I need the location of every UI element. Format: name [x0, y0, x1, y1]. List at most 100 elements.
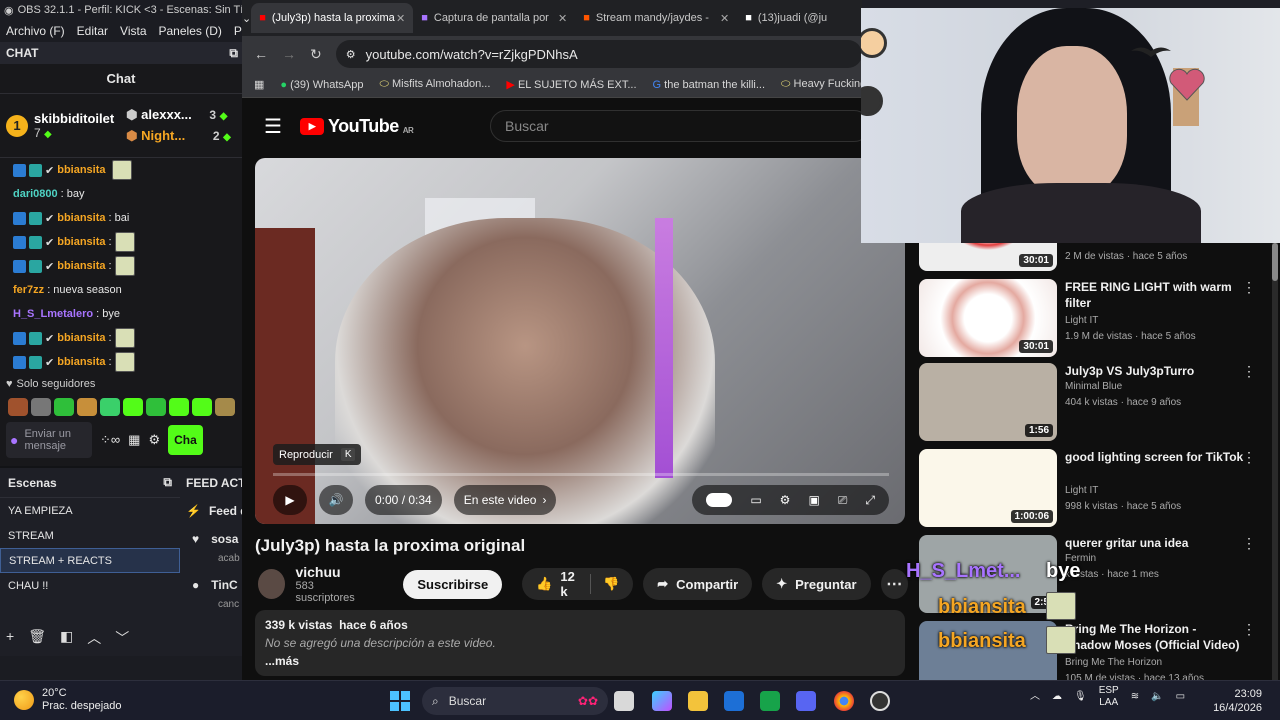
menu-vista[interactable]: Vista — [120, 24, 146, 38]
chat-username[interactable]: bbiansita — [57, 356, 105, 368]
scene-item[interactable]: STREAM + REACTS — [0, 548, 180, 573]
show-more-link[interactable]: ...más — [265, 654, 895, 668]
emote-picker-icon[interactable]: ⁘∞ — [100, 432, 120, 448]
emote-icon[interactable] — [169, 398, 189, 416]
chat-username[interactable]: bbiansita — [57, 164, 105, 176]
mic-icon[interactable]: ● — [10, 433, 18, 447]
video-title[interactable]: Bring Me The Horizon - Shadow Moses (Off… — [1065, 621, 1245, 653]
bookmark-sujeto[interactable]: ▶ EL SUJETO MÁS EXT... — [506, 78, 636, 91]
cloud-icon[interactable]: ☁ — [1052, 691, 1062, 703]
chat-username[interactable]: bbiansita — [57, 332, 105, 344]
menu-editar[interactable]: Editar — [77, 24, 108, 38]
scene-item[interactable]: YA EMPIEZA — [0, 498, 180, 523]
chat-send-button[interactable]: Cha — [168, 425, 203, 455]
chat-username[interactable]: bbiansita — [57, 236, 105, 248]
subscribe-button[interactable]: Suscribirse — [403, 569, 503, 599]
browser-tab[interactable]: ■ (July3p) hasta la proxima ✕ — [251, 3, 414, 33]
video-channel[interactable]: Light IT — [1065, 485, 1098, 496]
discord-icon[interactable] — [796, 691, 816, 711]
video-channel[interactable]: Light IT — [1065, 315, 1098, 326]
channel-avatar[interactable] — [258, 569, 286, 599]
chevron-down-icon[interactable]: ﹀ — [115, 628, 129, 648]
bookmark-whatsapp[interactable]: ● (39) WhatsApp — [280, 79, 363, 91]
forward-icon[interactable]: → — [282, 46, 296, 62]
autoplay-toggle[interactable] — [706, 493, 733, 507]
chat-input[interactable]: ● Enviar un mensaje — [6, 422, 92, 458]
video-title[interactable]: July3p VS July3pTurro — [1065, 363, 1245, 379]
video-player[interactable]: Reproducir K ▶ 🔊 0:00 / 0:34 En este vid… — [255, 158, 905, 524]
hamburger-menu-icon[interactable]: ☰ — [264, 114, 282, 139]
windows-start-icon[interactable] — [390, 691, 410, 711]
video-thumbnail[interactable]: 1:56 — [919, 363, 1057, 441]
undock-icon[interactable]: ⧉ — [229, 46, 238, 61]
fullscreen-icon[interactable]: ⤢ — [865, 493, 875, 508]
recommended-video[interactable]: 1:00:06 good lighting screen for TikTok Li… — [919, 449, 1280, 529]
menu-paneles[interactable]: Paneles (D) — [159, 24, 222, 38]
task-view-icon[interactable] — [614, 691, 634, 711]
browser-tab[interactable]: ■(13)juadi (@ju✕ — [737, 3, 862, 33]
video-thumbnail[interactable]: 30:01 — [919, 279, 1057, 357]
menu-perfil[interactable]: Perfi — [234, 24, 242, 38]
obs-icon[interactable] — [870, 691, 890, 711]
bookmark-misfits[interactable]: ⬭ Misfits Almohadon... — [380, 78, 491, 91]
more-actions-icon[interactable]: ⋯ — [880, 569, 909, 599]
settings-icon[interactable]: ⚙ — [780, 493, 791, 507]
video-thumbnail[interactable]: 30:01 — [919, 243, 1057, 271]
cast-icon[interactable]: ⎚ — [838, 493, 848, 508]
reload-icon[interactable]: ↻ — [310, 46, 322, 63]
emote-icon[interactable] — [54, 398, 74, 416]
close-icon[interactable]: ✕ — [720, 12, 729, 25]
back-icon[interactable]: ← — [254, 46, 268, 62]
undock-icon[interactable]: ⧉ — [163, 475, 172, 490]
video-channel[interactable]: Minimal Blue — [1065, 381, 1122, 392]
video-title[interactable]: FREE RING LIGHT with warm filter — [1065, 279, 1245, 311]
emote-icon[interactable] — [31, 398, 51, 416]
trash-icon[interactable]: 🗑 — [28, 628, 46, 648]
more-options-icon[interactable]: ⋮ — [1242, 279, 1256, 296]
battery-icon[interactable]: ▭ — [1176, 691, 1185, 703]
emote-icon[interactable] — [77, 398, 97, 416]
video-progress-bar[interactable] — [273, 473, 889, 476]
youtube-search-input[interactable]: Buscar — [490, 110, 870, 142]
mic-icon[interactable]: 🎙 — [1074, 691, 1087, 703]
chat-username[interactable]: fer7zz — [13, 284, 44, 296]
emote-icon[interactable] — [8, 398, 28, 416]
scrollbar-thumb[interactable] — [1272, 243, 1278, 281]
close-icon[interactable]: ✕ — [396, 12, 405, 25]
emote-icon[interactable] — [123, 398, 143, 416]
store-icon[interactable]: ▦ — [128, 432, 140, 448]
share-button[interactable]: ➦ Compartir — [643, 568, 753, 600]
copilot-icon[interactable] — [652, 691, 672, 711]
chrome-icon[interactable] — [834, 691, 854, 711]
excel-icon[interactable] — [760, 691, 780, 711]
apps-icon[interactable]: ▦ — [254, 78, 264, 91]
leader-3-name[interactable]: Night... — [141, 128, 185, 143]
more-options-icon[interactable]: ⋮ — [1242, 535, 1256, 552]
scene-item[interactable]: CHAU !! — [0, 573, 180, 598]
leader-1-name[interactable]: skibbiditoilet — [34, 111, 114, 126]
chat-username[interactable]: H_S_Lmetalero — [13, 308, 93, 320]
video-thumbnail[interactable]: 1:00:06 — [919, 449, 1057, 527]
chat-username[interactable]: dari0800 — [13, 188, 58, 200]
miniplayer-icon[interactable]: ▣ — [808, 493, 819, 507]
recommended-video[interactable]: 30:01 2 M de vistas · hace 5 años — [919, 243, 1280, 273]
menu-archivo[interactable]: Archivo (F) — [6, 24, 65, 38]
more-options-icon[interactable]: ⋮ — [1242, 449, 1256, 466]
chapter-button[interactable]: En este video › — [453, 485, 557, 515]
recommended-video[interactable]: 30:01 FREE RING LIGHT with warm filter Lig… — [919, 279, 1280, 359]
emote-icon[interactable] — [192, 398, 212, 416]
address-bar[interactable]: ⚙ youtube.com/watch?v=rZjkgPDNhsA — [335, 40, 862, 68]
tab-search-icon[interactable]: ⌄ — [242, 12, 251, 25]
browser-tab[interactable]: ■ Captura de pantalla por ✕ — [413, 3, 575, 33]
feed-tab[interactable]: ⚡ Feed d — [180, 498, 242, 524]
add-scene-icon[interactable]: + — [6, 628, 14, 648]
close-icon[interactable]: ✕ — [558, 12, 567, 25]
video-title[interactable]: querer gritar una idea — [1065, 535, 1245, 551]
video-description[interactable]: 339 k vistas hace 6 años No se agregó un… — [255, 610, 905, 676]
clock[interactable]: 23:09 16/4/2026 — [1213, 687, 1262, 715]
page-scrollbar[interactable] — [1272, 243, 1278, 680]
recommended-video[interactable]: 1:56 July3p VS July3pTurro Minimal Blue 404… — [919, 363, 1280, 443]
ask-button[interactable]: ✦ Preguntar — [762, 568, 871, 600]
emote-icon[interactable] — [146, 398, 166, 416]
language-indicator[interactable]: ESP LAA — [1099, 685, 1119, 709]
